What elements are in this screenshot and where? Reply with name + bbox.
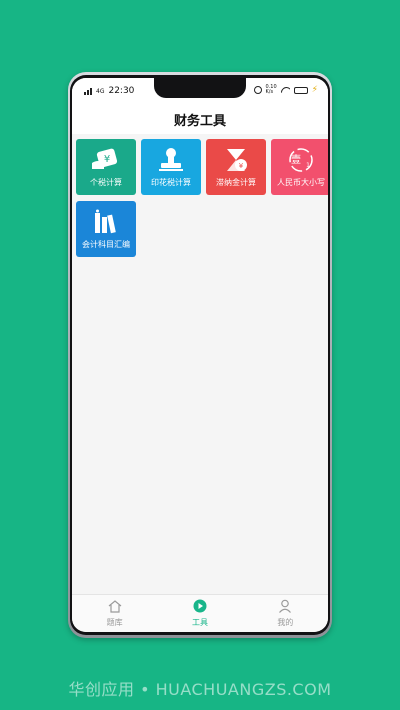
svg-text:壹: 壹 (291, 153, 301, 166)
phone-bezel: 4G 22:30 0.10 K/s ⚡ 财务工具 ¥ 个税计算 印花税计算 ¥ … (70, 75, 330, 635)
tool-label: 个税计算 (90, 178, 122, 187)
tax-money-icon: ¥ (90, 147, 122, 173)
watermark: 华创应用 • HUACHUANGZS.COM (68, 680, 332, 699)
tool-tile-late-fee[interactable]: ¥ 滞纳金计算 (206, 139, 266, 195)
tool-tile-rmb-case[interactable]: 壹 1 人民币大小写 (271, 139, 328, 195)
speed-unit: K/s (265, 89, 274, 95)
play-icon (193, 599, 207, 615)
clock: 22:30 (108, 86, 135, 96)
phone-screen: 4G 22:30 0.10 K/s ⚡ 财务工具 ¥ 个税计算 印花税计算 ¥ … (72, 78, 328, 632)
tool-tile-personal-tax[interactable]: ¥ 个税计算 (76, 139, 136, 195)
tool-label: 滞纳金计算 (216, 178, 256, 187)
svg-text:¥: ¥ (239, 162, 244, 170)
charging-icon: ⚡ (311, 85, 318, 95)
network-speed: 0.10 K/s (266, 85, 277, 95)
battery-icon (293, 86, 308, 94)
hourglass-coin-icon: ¥ (221, 147, 251, 175)
tab-label: 我的 (277, 618, 294, 627)
status-left: 4G 22:30 (84, 86, 134, 96)
tab-question-bank[interactable]: 题库 (72, 595, 157, 632)
tool-tile-stamp-tax[interactable]: 印花税计算 (141, 139, 201, 195)
camera-notch (154, 78, 246, 98)
home-icon (108, 599, 122, 615)
user-icon (278, 599, 292, 615)
tab-mine[interactable]: 我的 (243, 595, 328, 632)
tab-label: 题库 (106, 617, 123, 627)
status-right: 0.10 K/s ⚡ (253, 85, 318, 95)
tool-label: 会计科目汇编 (82, 240, 130, 249)
tab-label: 工具 (191, 618, 208, 627)
tool-label: 印花税计算 (151, 178, 191, 187)
alarm-icon (253, 86, 262, 94)
wifi-icon (281, 87, 290, 94)
signal-icon (84, 87, 92, 95)
carrier-label: 4G (96, 87, 105, 95)
bottom-tab-bar: 题库 工具 我的 (72, 594, 328, 632)
page-title: 财务工具 (173, 113, 226, 129)
tab-tools[interactable]: 工具 (157, 595, 242, 632)
tool-label: 人民币大小写 (277, 178, 325, 187)
phone-frame: 4G 22:30 0.10 K/s ⚡ 财务工具 ¥ 个税计算 印花税计算 ¥ … (68, 72, 332, 638)
tool-tile-accounting-subjects[interactable]: 会计科目汇编 (76, 201, 136, 257)
yuan-convert-icon: 壹 1 (285, 147, 317, 175)
svg-text:1: 1 (306, 162, 310, 169)
svg-text:¥: ¥ (104, 154, 110, 165)
books-icon (91, 209, 121, 237)
status-bar: 4G 22:30 0.10 K/s ⚡ (72, 78, 328, 104)
stamp-icon (156, 147, 186, 175)
app-header: 财务工具 (72, 104, 328, 134)
